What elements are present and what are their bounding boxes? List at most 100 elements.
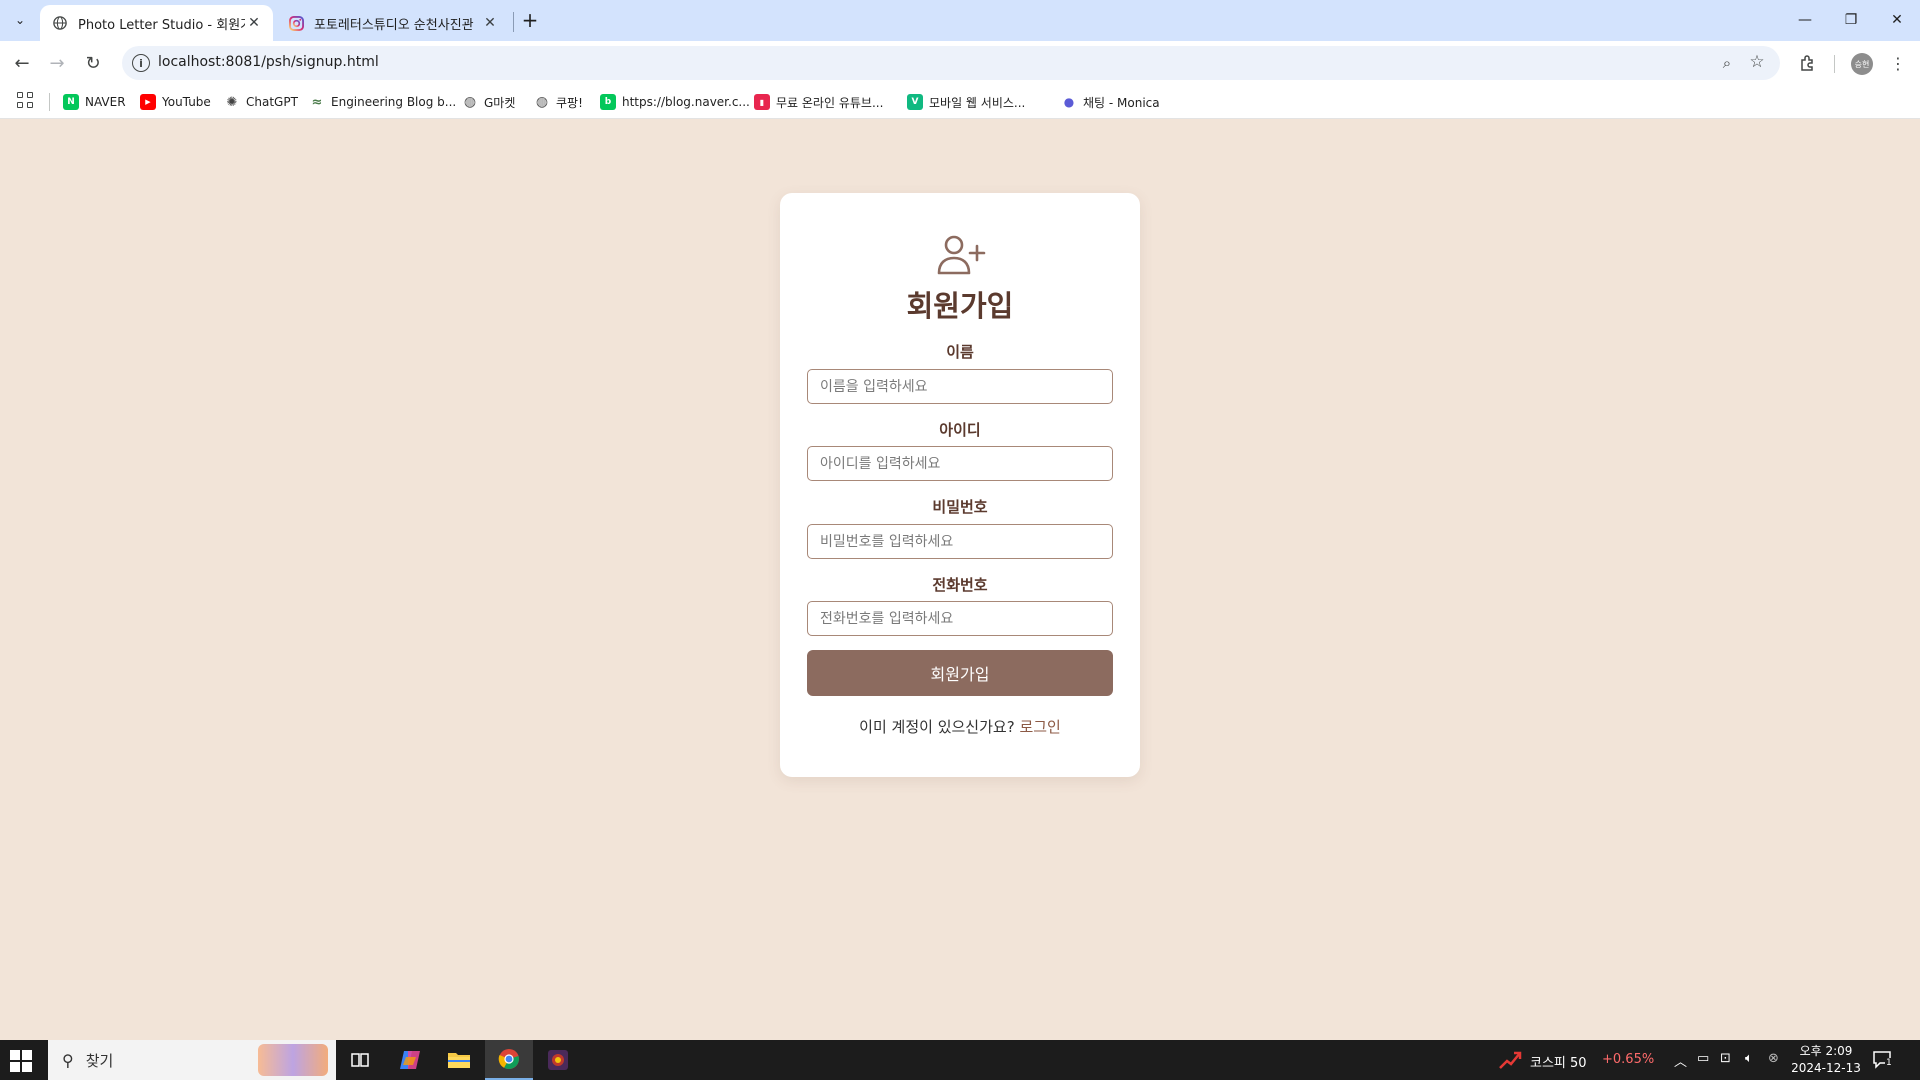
task-view-icon	[351, 1053, 369, 1067]
chevron-up-icon[interactable]: ︿	[1674, 1051, 1687, 1070]
search-placeholder: 찾기	[85, 1051, 114, 1070]
notification-button[interactable]: 1	[1872, 1049, 1896, 1071]
chatgpt-icon: ✺	[226, 94, 238, 110]
taskbar-search[interactable]: ⚲ 찾기	[48, 1040, 336, 1080]
system-clock[interactable]: 오후 2:09 2024-12-13	[1790, 1043, 1862, 1077]
login-link[interactable]: 로그인	[1019, 718, 1060, 736]
instagram-icon	[288, 15, 304, 31]
vue-icon: V	[907, 94, 923, 110]
notification-count: 1	[1885, 1058, 1893, 1068]
close-icon: ✕	[1891, 12, 1903, 28]
copilot-button[interactable]	[386, 1040, 434, 1080]
bookmark-naver[interactable]: N NAVER	[63, 91, 126, 113]
username-field[interactable]	[807, 446, 1113, 481]
file-explorer-button[interactable]	[435, 1040, 483, 1080]
volume-icon[interactable]: 🔈︎	[1745, 1051, 1753, 1066]
close-window-button[interactable]: ✕	[1874, 0, 1920, 40]
close-icon[interactable]: ✕	[481, 14, 499, 32]
search-highlight-image	[258, 1044, 328, 1076]
url-text[interactable]: localhost:8081/psh/signup.html	[158, 54, 379, 70]
reload-button[interactable]: ↻	[79, 49, 107, 77]
folder-icon	[448, 1053, 470, 1068]
browser-toolbar: ← → ↻ i localhost:8081/psh/signup.html ⌕…	[0, 41, 1920, 85]
stock-chart-icon	[1499, 1051, 1522, 1069]
bookmark-label: 무료 온라인 유튜브...	[776, 95, 884, 110]
forward-button[interactable]: →	[43, 49, 71, 77]
tab-signup[interactable]: Photo Letter Studio - 회원가입 ✕	[40, 5, 273, 41]
tab-instagram[interactable]: 포토레터스튜디오 순천사진관 ✕	[276, 5, 509, 41]
apps-grid-icon[interactable]	[17, 92, 35, 110]
naver-icon: N	[63, 94, 79, 110]
tab-divider	[513, 12, 514, 32]
signup-button[interactable]: 회원가입	[807, 650, 1113, 696]
bookmark-label: 모바일 웹 서비스...	[929, 95, 1026, 110]
bookmark-label: G마켓	[484, 95, 516, 110]
bookmark-app-icon: ▮	[754, 94, 770, 110]
minimize-icon: —	[1798, 12, 1812, 28]
login-prompt-row: 이미 계정이 있으신가요? 로그인	[780, 716, 1140, 737]
windows-start-icon[interactable]	[10, 1050, 32, 1072]
reload-icon: ↻	[85, 52, 101, 74]
user-plus-icon	[937, 235, 986, 275]
bookmark-label: https://blog.naver.c...	[622, 95, 750, 109]
youtube-icon: ▶	[140, 94, 156, 110]
bookmark-star-icon[interactable]: ☆	[1746, 51, 1768, 73]
profile-avatar[interactable]: 승현	[1851, 53, 1873, 75]
bookmark-monica[interactable]: ● 채팅 - Monica	[1061, 91, 1160, 113]
site-info-icon[interactable]: i	[132, 54, 150, 72]
bookmark-engineering-blog[interactable]: ≈ Engineering Blog b...	[309, 91, 457, 113]
arrow-right-icon: →	[49, 52, 65, 74]
bookmark-label: Engineering Blog b...	[331, 95, 457, 109]
monica-icon: ●	[1063, 95, 1075, 109]
bookmark-mobile-web[interactable]: V 모바일 웹 서비스...	[907, 91, 1025, 113]
username-label: 아이디	[939, 421, 981, 439]
copilot-icon	[400, 1051, 420, 1069]
bookmark-label: 쿠팡!	[556, 95, 583, 110]
restore-button[interactable]: ❐	[1828, 0, 1874, 40]
bookmark-label: ChatGPT	[246, 95, 298, 109]
game-app-button[interactable]	[534, 1040, 582, 1080]
phone-label: 전화번호	[932, 576, 988, 594]
bookmark-gmarket[interactable]: ◍ G마켓	[462, 91, 516, 113]
bookmark-coupang[interactable]: ◍ 쿠팡!	[534, 91, 583, 113]
address-bar[interactable]: i localhost:8081/psh/signup.html ⌕ ☆	[122, 46, 1780, 80]
page-title: 회원가입	[906, 289, 1014, 323]
bookmark-youtube[interactable]: ▶ YouTube	[140, 91, 211, 113]
globe-icon: ◍	[463, 94, 477, 110]
camera-icon[interactable]: ▭	[1697, 1051, 1709, 1066]
bookmark-label: YouTube	[162, 95, 211, 109]
task-view-button[interactable]	[336, 1040, 384, 1080]
password-label: 비밀번호	[932, 498, 988, 516]
restore-icon: ❐	[1844, 12, 1858, 28]
tab-title: Photo Letter Studio - 회원가입	[78, 17, 245, 33]
stock-name[interactable]: 코스피 50	[1530, 1052, 1587, 1071]
signup-card: 회원가입 이름 아이디 비밀번호 전화번호 회원가입 이미 계정이 있으신가요?…	[780, 193, 1140, 777]
extensions-button[interactable]	[1794, 49, 1822, 77]
tab-search-button[interactable]: ⌄	[8, 8, 32, 32]
network-icon[interactable]: ⊡	[1720, 1051, 1731, 1066]
naver-blog-icon: b	[600, 94, 616, 110]
new-tab-button[interactable]: +	[518, 8, 542, 32]
browser-menu-button[interactable]: ⋮	[1884, 49, 1912, 77]
close-icon[interactable]: ✕	[245, 14, 263, 32]
bookmark-naver-blog[interactable]: b https://blog.naver.c...	[600, 91, 750, 113]
zoom-icon[interactable]: ⌕	[1716, 52, 1738, 74]
chrome-icon	[498, 1049, 519, 1070]
bookmark-chatgpt[interactable]: ✺ ChatGPT	[224, 91, 298, 113]
blocked-icon[interactable]: ⊗	[1768, 1051, 1779, 1066]
globe-icon: ◍	[535, 94, 549, 110]
password-field[interactable]	[807, 524, 1113, 559]
clock-date: 2024-12-13	[1791, 1061, 1861, 1075]
name-field[interactable]	[807, 369, 1113, 404]
back-button[interactable]: ←	[8, 49, 36, 77]
chrome-taskbar-button[interactable]	[485, 1040, 533, 1080]
search-icon: ⚲	[62, 1050, 74, 1070]
bookmark-divider	[49, 93, 50, 111]
login-prompt-text: 이미 계정이 있으신가요?	[859, 718, 1015, 736]
puzzle-icon	[1801, 55, 1813, 71]
minimize-button[interactable]: —	[1782, 0, 1828, 40]
stock-change[interactable]: +0.65%	[1602, 1052, 1654, 1067]
plus-icon: +	[521, 8, 539, 32]
phone-field[interactable]	[807, 601, 1113, 636]
bookmark-youtube-tool[interactable]: ▮ 무료 온라인 유튜브...	[754, 91, 883, 113]
